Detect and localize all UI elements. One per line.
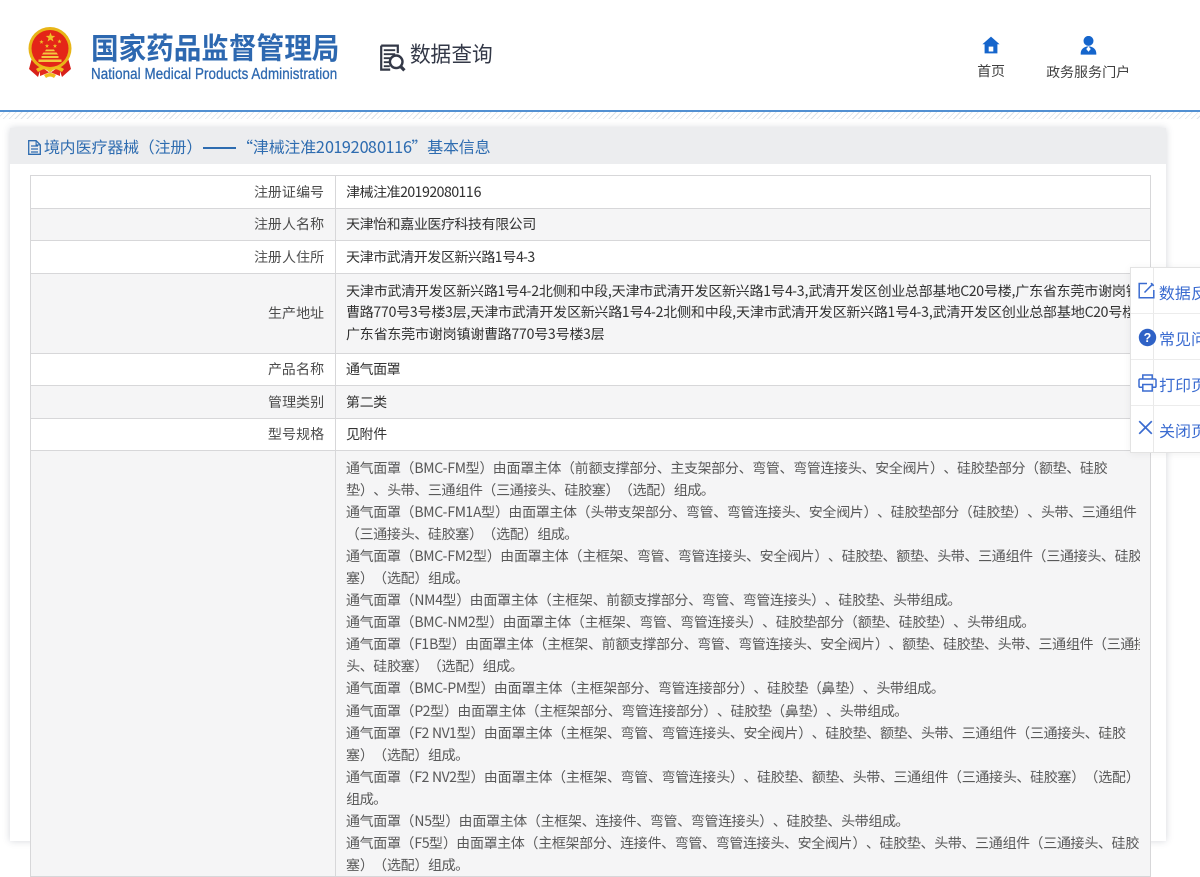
- svg-text:?: ?: [1144, 331, 1152, 345]
